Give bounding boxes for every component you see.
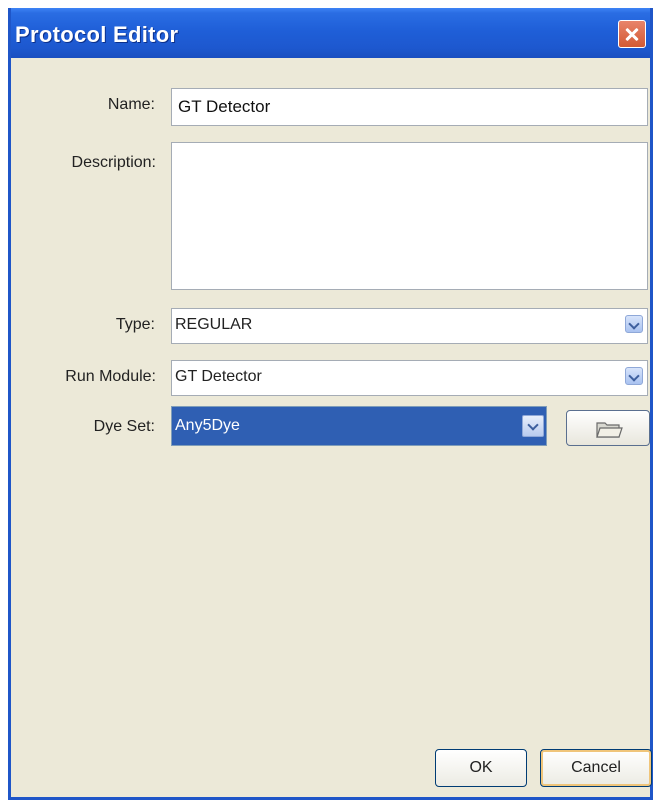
dye-set-value: Any5Dye <box>175 417 240 434</box>
cancel-button[interactable]: Cancel <box>540 749 652 787</box>
name-label: Name: <box>107 96 155 113</box>
window-title: Protocol Editor <box>15 22 179 47</box>
run-module-label: Run Module: <box>65 368 156 385</box>
chevron-down-icon[interactable] <box>625 315 643 333</box>
chevron-down-icon[interactable] <box>625 367 643 385</box>
name-input[interactable]: GT Detector <box>171 88 648 126</box>
ok-button[interactable]: OK <box>435 749 527 787</box>
protocol-editor-dialog: Protocol Editor Name: GT Detector Descri… <box>8 8 653 800</box>
dye-set-select[interactable]: Any5Dye <box>171 406 547 446</box>
run-module-value: GT Detector <box>175 368 262 385</box>
description-label: Description: <box>71 154 156 171</box>
description-textarea[interactable] <box>171 142 648 290</box>
dye-set-label: Dye Set: <box>93 418 155 435</box>
close-icon[interactable] <box>618 20 646 48</box>
type-label: Type: <box>115 316 155 333</box>
type-select[interactable]: REGULAR <box>171 308 648 344</box>
run-module-select[interactable]: GT Detector <box>171 360 648 396</box>
folder-icon <box>596 422 623 438</box>
type-value: REGULAR <box>175 316 253 333</box>
title-bar[interactable]: Protocol Editor <box>11 8 650 58</box>
chevron-down-icon[interactable] <box>522 415 544 437</box>
browse-dye-set-button[interactable] <box>566 410 650 446</box>
